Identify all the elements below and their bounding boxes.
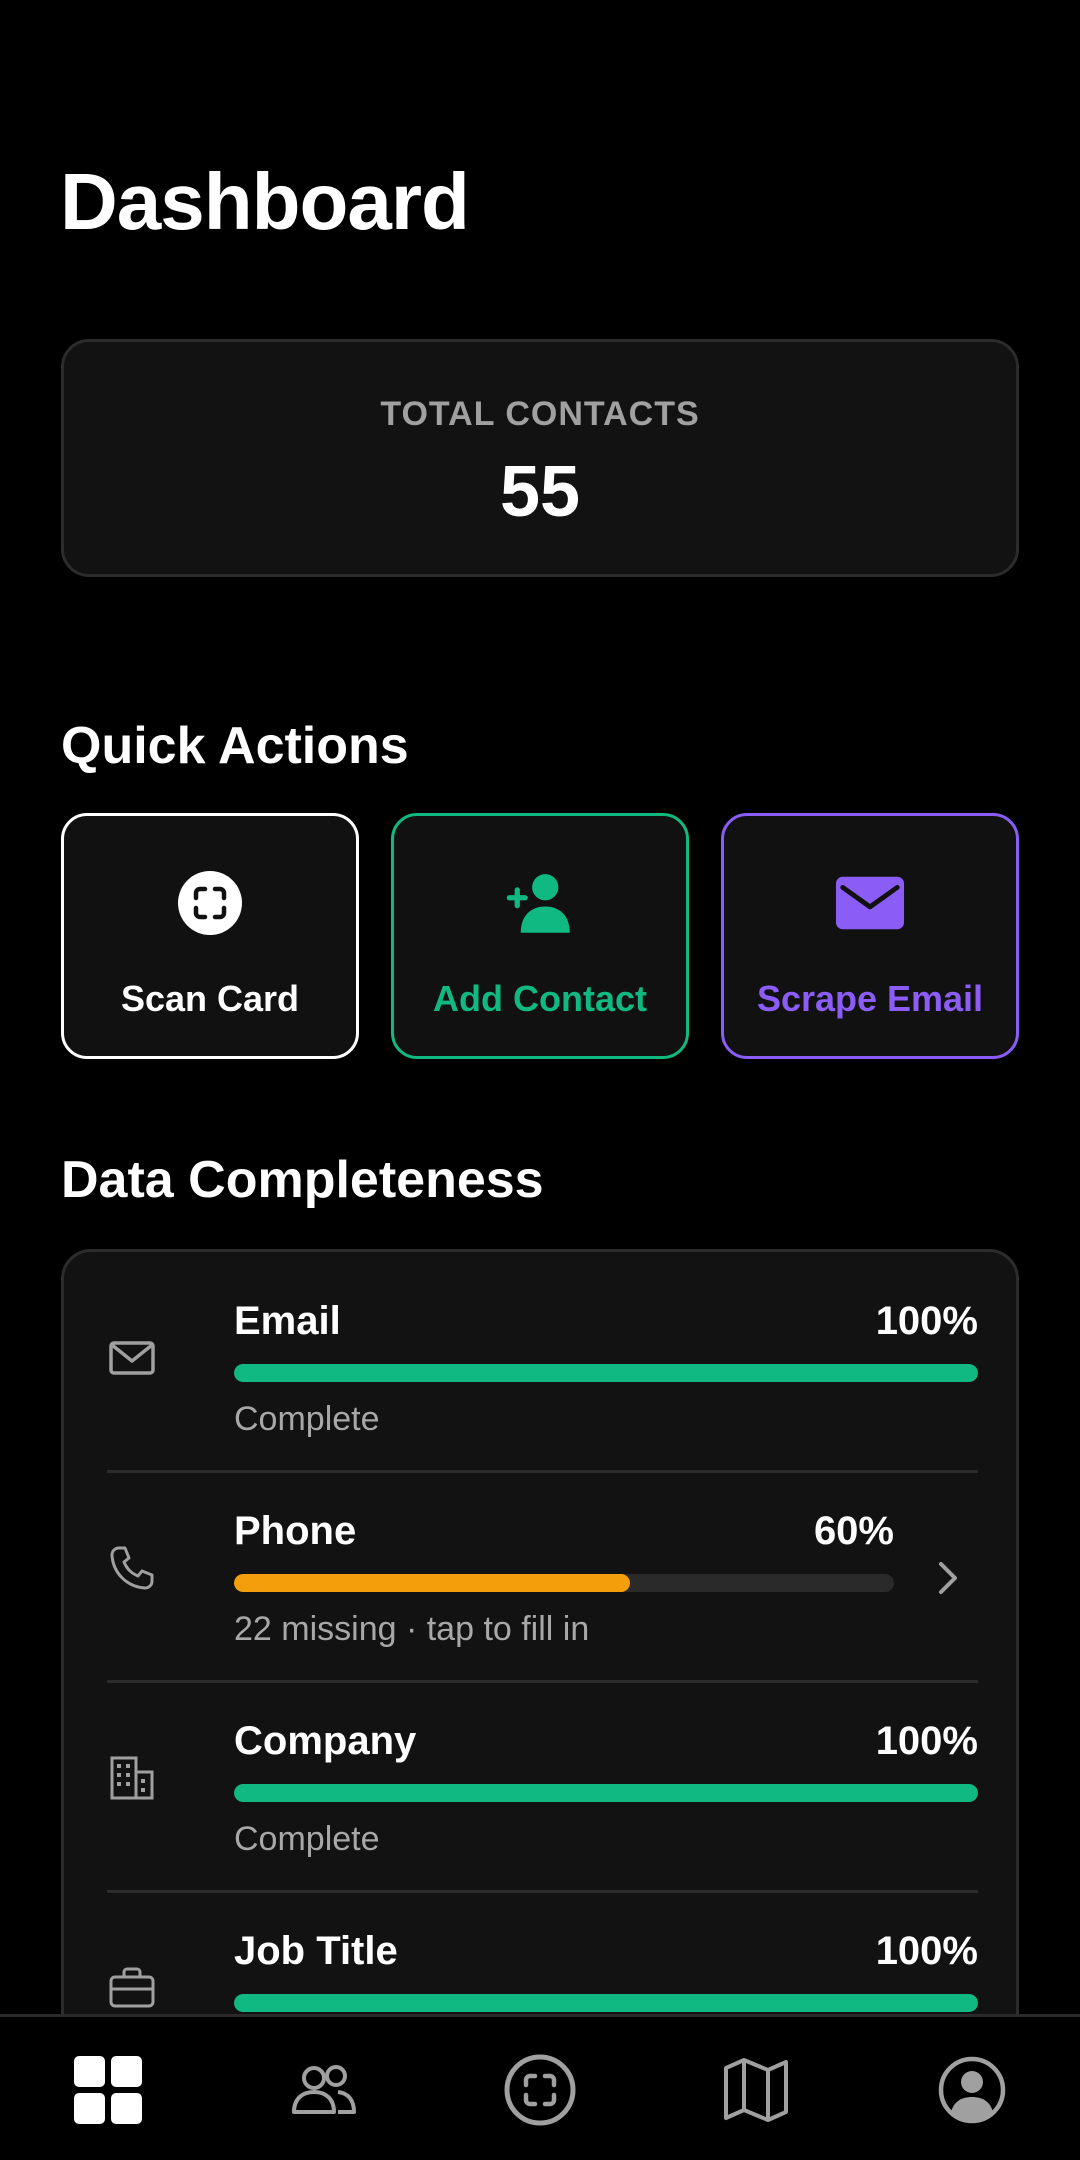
grid-icon: [74, 2056, 142, 2124]
total-contacts-card: TOTAL CONTACTS 55: [61, 339, 1019, 577]
completeness-row-email: Email 100% Complete: [107, 1252, 978, 1462]
row-percent: 100%: [875, 1929, 978, 1973]
page-title: Dashboard: [60, 157, 470, 246]
total-contacts-label: TOTAL CONTACTS: [380, 395, 700, 433]
tab-dashboard[interactable]: [0, 2017, 216, 2160]
map-icon: [724, 2058, 788, 2122]
scan-icon: [504, 2054, 576, 2126]
tab-contacts[interactable]: [216, 2017, 432, 2160]
scrape-email-label: Scrape Email: [756, 978, 984, 1019]
row-status: Complete: [234, 1400, 380, 1438]
data-completeness-title: Data Completeness: [61, 1151, 544, 1209]
progress-fill: [234, 1994, 978, 2012]
scrape-email-button[interactable]: Scrape Email: [721, 813, 1019, 1059]
total-contacts-value: 55: [499, 452, 581, 532]
completeness-row-phone[interactable]: Phone 60% 22 missing · tap to fill in: [107, 1462, 978, 1672]
dashboard-screen: Dashboard TOTAL CONTACTS 55 Quick Action…: [0, 0, 1080, 2014]
row-percent: 100%: [875, 1719, 978, 1763]
progress-bar: [234, 1994, 978, 2012]
row-name: Email: [234, 1299, 341, 1343]
row-percent: 60%: [813, 1509, 894, 1553]
progress-fill: [234, 1574, 630, 1592]
tab-profile[interactable]: [864, 2017, 1080, 2160]
progress-bar: [234, 1364, 978, 1382]
briefcase-icon: [109, 1967, 155, 2008]
scan-card-label: Scan Card: [120, 978, 300, 1019]
user-circle-icon: [938, 2056, 1006, 2124]
chevron-right-icon: [939, 1562, 957, 1594]
row-status: 22 missing · tap to fill in: [234, 1610, 590, 1648]
progress-bar: [234, 1784, 978, 1802]
building-icon: [110, 1756, 154, 1800]
row-name: Company: [234, 1719, 417, 1763]
tab-scan[interactable]: [432, 2017, 648, 2160]
scan-icon: [175, 868, 245, 938]
row-name: Job Title: [234, 1929, 398, 1973]
data-completeness-card: Email 100% Complete Phone 60% 22 missing…: [61, 1249, 1019, 2014]
add-contact-button[interactable]: Add Contact: [391, 813, 689, 1059]
completeness-row-company: Company 100% Complete: [107, 1672, 978, 1882]
quick-actions-row: Scan Card Add Contact Scrape Email: [61, 813, 1019, 1059]
phone-icon: [110, 1546, 154, 1590]
completeness-row-job-title: Job Title 100%: [107, 1882, 978, 2014]
add-person-icon: [505, 868, 575, 938]
tab-map[interactable]: [648, 2017, 864, 2160]
quick-actions-title: Quick Actions: [61, 717, 409, 775]
people-icon: [292, 2065, 356, 2114]
add-contact-label: Add Contact: [433, 978, 647, 1019]
mail-icon: [835, 868, 905, 938]
progress-fill: [234, 1364, 978, 1382]
scan-card-button[interactable]: Scan Card: [61, 813, 359, 1059]
progress-fill: [234, 1784, 978, 1802]
bottom-tab-bar: [0, 2014, 1080, 2160]
progress-bar: [234, 1574, 894, 1592]
row-percent: 100%: [875, 1299, 978, 1343]
envelope-icon: [109, 1341, 155, 1375]
row-status: Complete: [234, 1820, 380, 1858]
row-name: Phone: [234, 1509, 357, 1553]
